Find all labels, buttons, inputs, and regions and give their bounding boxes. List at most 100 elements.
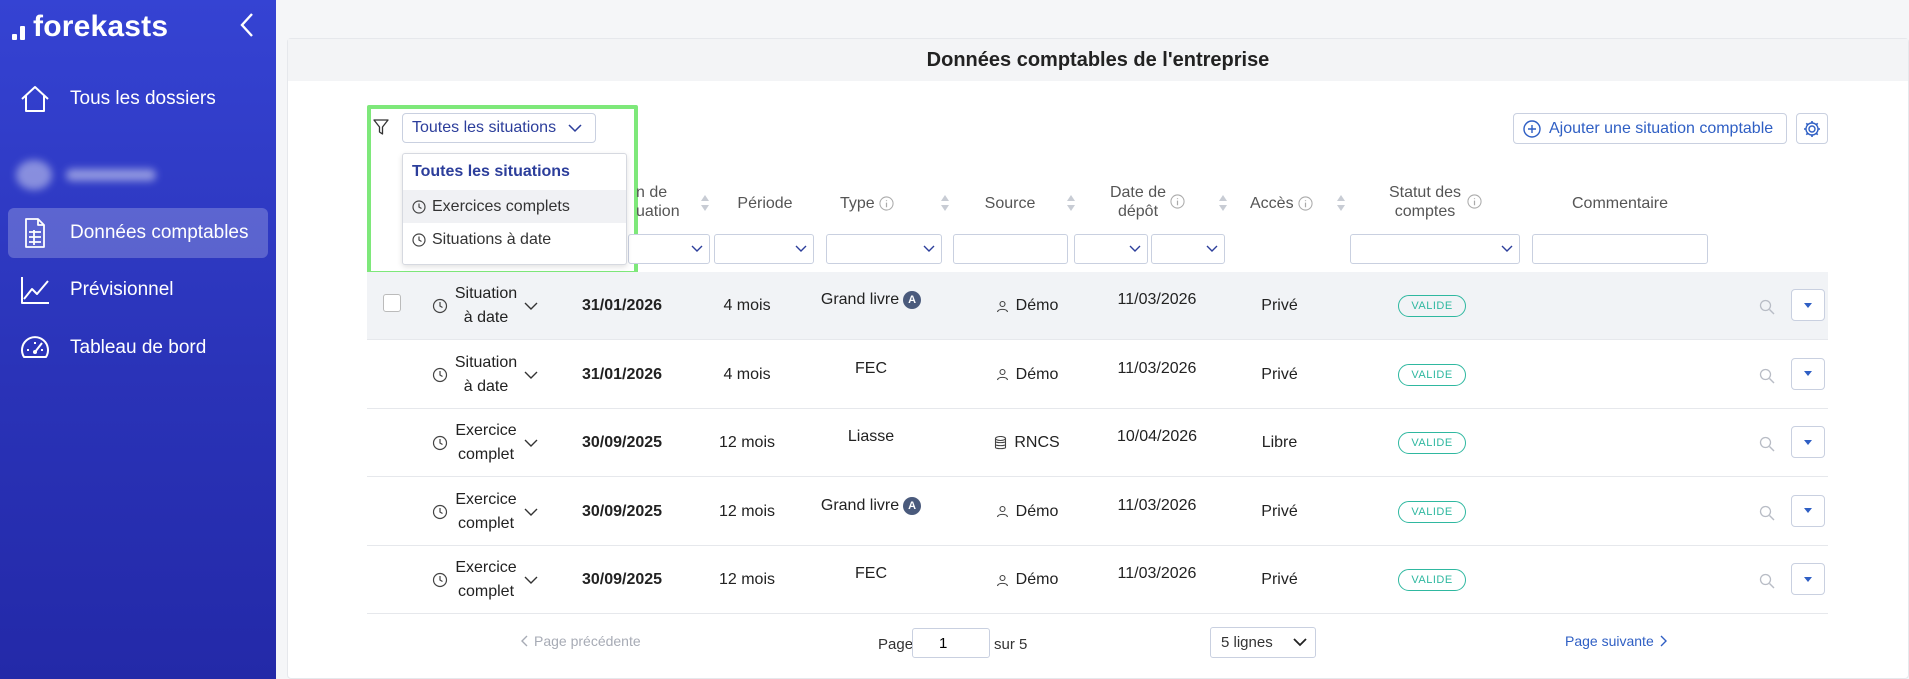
sidebar-item-tableau-de-bord[interactable]: Tableau de bord: [8, 323, 268, 373]
periode-filter-select[interactable]: [714, 234, 814, 264]
prev-page-button[interactable]: Page précédente: [520, 633, 641, 649]
sort-icon[interactable]: [700, 194, 710, 212]
row-actions-button[interactable]: [1791, 426, 1825, 458]
sidebar-item-tous-les-dossiers[interactable]: Tous les dossiers: [8, 74, 268, 124]
row-actions-button[interactable]: [1791, 494, 1825, 527]
date-cell: 30/09/2025: [581, 571, 663, 588]
table-row[interactable]: Exercice complet 30/09/2025 12 mois Liasse R…: [367, 409, 1828, 477]
table-row[interactable]: Exercice complet 30/09/2025 12 mois FEC Démo…: [367, 546, 1828, 614]
date-fin-filter-select[interactable]: [628, 234, 710, 264]
settings-button[interactable]: [1796, 113, 1828, 144]
situation-cell: Exercice complet: [432, 546, 542, 614]
situation-filter-select[interactable]: Toutes les situations: [402, 113, 596, 143]
logo-mark-icon: [12, 14, 25, 40]
line-chart-icon: [18, 273, 52, 307]
clock-icon: [432, 435, 448, 451]
rows-per-page-select[interactable]: 5 lignes: [1210, 627, 1316, 658]
type-filter-select[interactable]: [826, 234, 942, 264]
acces-cell: Privé: [1261, 365, 1298, 383]
info-icon[interactable]: [1298, 196, 1313, 211]
status-badge: VALIDE: [1398, 363, 1466, 386]
situation-label: Situation à date: [454, 353, 518, 395]
table-row[interactable]: Situation à date 31/01/2026 4 mois Grand li…: [367, 272, 1828, 340]
search-icon[interactable]: [1759, 505, 1775, 521]
dropdown-option-situations-a-date[interactable]: Situations à date: [403, 223, 626, 256]
dropdown-option-toutes[interactable]: Toutes les situations: [403, 154, 626, 190]
depot-cell: 10/04/2026: [1116, 428, 1198, 445]
chevron-down-icon: [691, 245, 703, 252]
source-filter-input[interactable]: [953, 234, 1068, 264]
document-table-icon: [18, 216, 52, 250]
commentaire-filter-input[interactable]: [1532, 234, 1708, 264]
search-icon[interactable]: [1759, 299, 1775, 315]
row-actions-button[interactable]: [1791, 357, 1825, 390]
caret-down-icon: [1804, 302, 1812, 308]
add-situation-button[interactable]: Ajouter une situation comptable: [1513, 113, 1787, 144]
sort-icon[interactable]: [940, 194, 950, 212]
col-header-periode: Période: [737, 195, 793, 212]
status-badge: VALIDE: [1398, 500, 1466, 523]
situation-cell: Situation à date: [432, 341, 542, 409]
chevron-down-icon[interactable]: [524, 301, 538, 311]
sort-icon[interactable]: [1066, 194, 1076, 212]
acces-cell: Privé: [1261, 571, 1298, 588]
situation-cell: Exercice complet: [432, 478, 542, 546]
col-header-statut: Statut des comptes: [1388, 184, 1462, 220]
statut-filter-select[interactable]: [1350, 234, 1520, 264]
sort-icon[interactable]: [1218, 194, 1228, 212]
source-cell: Démo: [967, 478, 1087, 546]
chevron-down-icon[interactable]: [524, 438, 538, 448]
dropdown-option-exercices-complets[interactable]: Exercices complets: [403, 190, 626, 223]
table-row[interactable]: Exercice complet 30/09/2025 12 mois Grand l…: [367, 478, 1828, 546]
page-total: sur 5: [994, 636, 1028, 653]
situation-label: Situation à date: [454, 285, 518, 326]
info-icon[interactable]: [879, 196, 894, 211]
page-number-input[interactable]: [912, 628, 990, 658]
logo-text: forekasts: [33, 10, 169, 43]
chevron-down-icon[interactable]: [524, 370, 538, 380]
search-icon[interactable]: [1759, 573, 1775, 589]
source-cell: Démo: [967, 341, 1087, 409]
chevron-down-icon[interactable]: [524, 575, 538, 585]
info-icon[interactable]: [1467, 194, 1482, 209]
clock-icon: [432, 572, 448, 588]
situation-label: Exercice complet: [455, 559, 517, 600]
depot-cell: 11/03/2026: [1117, 496, 1197, 514]
date-depot-filter-select[interactable]: [1151, 234, 1225, 264]
next-page-button[interactable]: Page suivante: [1565, 633, 1668, 649]
chevron-down-icon: [795, 245, 807, 252]
depot-cell: 11/03/2026: [1117, 291, 1197, 308]
logo[interactable]: forekasts: [12, 10, 168, 44]
depot-cell: 11/03/2026: [1117, 565, 1197, 582]
caret-down-icon: [1804, 439, 1812, 445]
sort-icon[interactable]: [1336, 194, 1346, 212]
periode-cell: 4 mois: [723, 297, 771, 314]
search-icon[interactable]: [1759, 436, 1775, 452]
info-icon[interactable]: [1170, 194, 1185, 209]
row-actions-button[interactable]: [1791, 289, 1825, 321]
chevron-down-icon: [1501, 245, 1513, 252]
type-badge: A: [903, 496, 922, 515]
row-checkbox[interactable]: [383, 294, 401, 312]
row-actions-button[interactable]: [1791, 563, 1825, 595]
chevron-down-icon[interactable]: [524, 507, 538, 517]
type-cell: FEC: [855, 359, 887, 377]
sidebar-item-previsionnel[interactable]: Prévisionnel: [8, 265, 268, 315]
col-header-commentaire: Commentaire: [1571, 195, 1669, 212]
collapse-sidebar-button[interactable]: [236, 10, 260, 40]
chevron-left-icon: [240, 13, 253, 37]
depot-cell: 11/03/2026: [1117, 359, 1197, 377]
caret-down-icon: [1804, 508, 1812, 513]
date-depot-op-select[interactable]: [1074, 234, 1148, 264]
date-cell: 30/09/2025: [581, 502, 663, 520]
type-cell: Grand livre A: [807, 266, 935, 334]
search-icon[interactable]: [1759, 368, 1775, 384]
table-row[interactable]: Situation à date 31/01/2026 4 mois FEC Démo 1…: [367, 341, 1828, 409]
blurred-company: [16, 160, 156, 190]
filter-icon[interactable]: [373, 118, 389, 136]
gauge-icon: [18, 331, 52, 365]
clock-icon: [432, 367, 448, 382]
statut-cell: VALIDE: [1367, 272, 1497, 340]
date-cell: 31/01/2026: [581, 365, 663, 383]
sidebar-item-donnees-comptables[interactable]: Données comptables: [8, 208, 268, 258]
